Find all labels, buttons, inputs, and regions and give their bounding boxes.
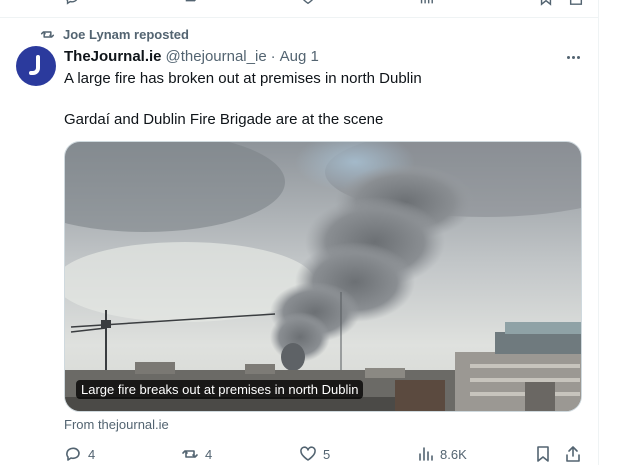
media-caption[interactable]: Large fire breaks out at premises in nor… — [76, 380, 364, 399]
more-options-button[interactable] — [562, 48, 584, 66]
prev-repost-icon[interactable] — [182, 0, 198, 6]
prev-reply-icon[interactable] — [64, 0, 80, 6]
author-handle[interactable]: @thejournal_ie — [166, 48, 267, 65]
reply-button[interactable]: 4 — [64, 445, 95, 463]
bookmark-icon — [537, 446, 549, 462]
views-icon — [419, 447, 433, 461]
tweet-text-line-1: A large fire has broken out at premises … — [64, 70, 422, 87]
card-source[interactable]: From thejournal.ie — [64, 417, 169, 432]
views-button[interactable]: 8.6K — [416, 445, 467, 463]
repost-button[interactable]: 4 — [181, 445, 212, 463]
like-count: 5 — [323, 446, 331, 462]
prev-views-icon[interactable] — [418, 0, 434, 6]
tweet-date[interactable]: Aug 1 — [280, 48, 319, 65]
repost-indicator[interactable]: Joe Lynam reposted — [40, 27, 189, 42]
prev-share-icon[interactable] — [568, 0, 584, 6]
avatar[interactable] — [16, 46, 56, 86]
author-name[interactable]: TheJournal.ie — [64, 48, 162, 65]
media-card[interactable]: Large fire breaks out at premises in nor… — [64, 141, 582, 412]
tweet-actions: 4 4 5 8.6K — [64, 445, 584, 465]
tweet-header: TheJournal.ie @thejournal_ie · Aug 1 — [64, 48, 319, 65]
like-button[interactable]: 5 — [299, 445, 330, 463]
repost-count: 4 — [205, 446, 213, 462]
reply-icon — [66, 447, 80, 461]
views-count: 8.6K — [440, 446, 467, 462]
tweet-divider — [0, 17, 598, 18]
repost-icon — [182, 450, 198, 458]
share-icon — [566, 446, 580, 462]
fire-smoke-photo — [65, 142, 581, 411]
previous-tweet-actions — [64, 0, 584, 6]
share-button[interactable] — [564, 445, 582, 463]
prev-bookmark-icon[interactable] — [538, 0, 554, 6]
like-icon — [300, 446, 316, 461]
bookmark-button[interactable] — [534, 445, 552, 463]
more-icon — [566, 55, 570, 59]
repost-label: Joe Lynam reposted — [63, 27, 189, 42]
repost-icon — [40, 31, 55, 38]
prev-like-icon[interactable] — [300, 0, 316, 6]
header-separator: · — [270, 48, 276, 65]
reply-count: 4 — [88, 446, 96, 462]
journal-logo-icon — [29, 55, 40, 75]
timeline-border — [598, 0, 599, 465]
tweet-text-line-2: Gardaí and Dublin Fire Brigade are at th… — [64, 111, 384, 128]
